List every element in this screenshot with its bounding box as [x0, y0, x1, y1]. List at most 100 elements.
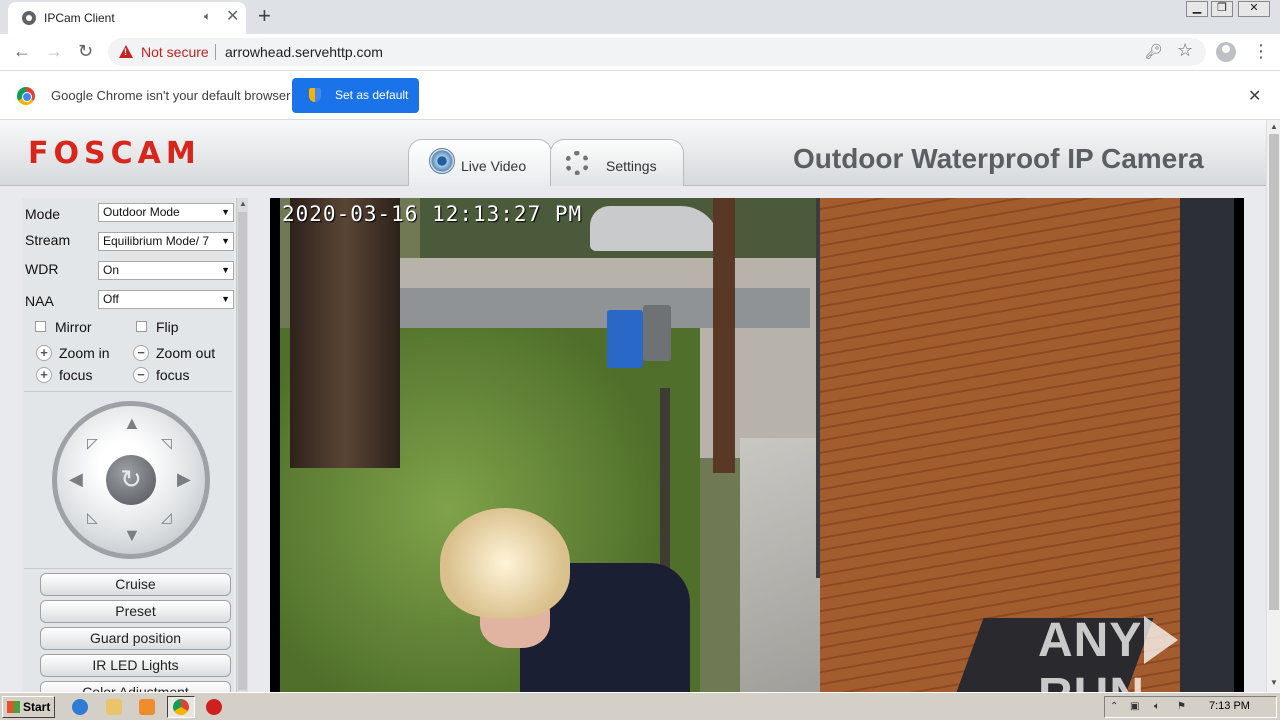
- focus-out-icon[interactable]: −: [133, 367, 149, 383]
- tab-live-video-label: Live Video: [461, 158, 527, 174]
- globe-favicon-icon: [22, 11, 36, 25]
- product-title: Outdoor Waterproof IP Camera: [793, 143, 1204, 174]
- system-tray: ⌃ ▣ 🔈︎ ⚑ 7:13 PM: [1104, 696, 1277, 718]
- clock[interactable]: 7:13 PM: [1209, 700, 1250, 712]
- warning-icon[interactable]: [119, 45, 133, 58]
- infobar-close-icon[interactable]: ✕: [1248, 86, 1261, 106]
- scene-porch-post: [713, 198, 735, 473]
- start-button[interactable]: Start: [2, 696, 55, 718]
- panel-divider: [24, 391, 232, 392]
- tab-live-video[interactable]: Live Video: [408, 139, 552, 186]
- tab-settings[interactable]: Settings: [550, 139, 684, 186]
- scene-person-hair: [440, 508, 570, 618]
- color-adjustment-button[interactable]: Color Adjustment: [40, 681, 231, 692]
- mode-value: Outdoor Mode: [103, 205, 180, 219]
- dropdown-arrow-icon: ▼: [221, 265, 230, 275]
- back-arrow-icon[interactable]: ←: [13, 40, 31, 62]
- forward-arrow-icon[interactable]: →: [45, 40, 63, 62]
- gear-icon: [565, 151, 589, 175]
- zoom-in-icon[interactable]: +: [36, 345, 52, 361]
- zoom-out-icon[interactable]: −: [133, 345, 149, 361]
- stream-value: Equilibrium Mode/ 7: [103, 234, 210, 248]
- pan-down-right-icon[interactable]: ◿: [161, 508, 172, 526]
- page-scrollbar[interactable]: ▲ ▼: [1266, 120, 1280, 692]
- network-icon[interactable]: ▣: [1130, 701, 1142, 713]
- naa-value: Off: [103, 292, 119, 306]
- security-label[interactable]: Not secure: [141, 44, 209, 60]
- camera-icon: [429, 148, 455, 174]
- naa-label: NAA: [25, 293, 54, 309]
- tray-expand-icon[interactable]: ⌃: [1110, 701, 1122, 713]
- scene-car: [590, 206, 720, 251]
- ie-icon[interactable]: [72, 699, 88, 715]
- video-timestamp: 2020-03-16 12:13:27 PM: [282, 202, 583, 226]
- scroll-down-icon[interactable]: ▼: [1270, 678, 1278, 687]
- pan-down-icon[interactable]: ▼: [123, 526, 141, 544]
- pan-down-left-icon[interactable]: ◺: [87, 508, 98, 526]
- page-scroll-thumb[interactable]: [1269, 134, 1279, 610]
- default-browser-infobar: Google Chrome isn't your default browser…: [0, 71, 1280, 120]
- panel-scrollbar[interactable]: ▲: [236, 198, 248, 692]
- pan-left-icon[interactable]: ◀: [69, 470, 83, 488]
- tab-title: IPCam Client: [44, 11, 115, 25]
- foscam-header: FOSCAM Live Video Settings Outdoor Water…: [0, 120, 1266, 186]
- dropdown-arrow-icon: ▼: [221, 207, 230, 217]
- mirror-checkbox[interactable]: [35, 321, 46, 332]
- windows-flag-icon: [7, 701, 20, 713]
- chrome-taskbar-button[interactable]: [167, 696, 195, 718]
- kebab-menu-icon[interactable]: ⋮: [1252, 41, 1270, 61]
- stream-label: Stream: [25, 232, 71, 248]
- zoom-out-label: Zoom out: [156, 345, 216, 361]
- folder-icon[interactable]: [106, 699, 122, 715]
- volume-icon[interactable]: 🔈︎: [1154, 701, 1166, 713]
- pan-up-right-icon[interactable]: ◹: [161, 434, 172, 452]
- minimize-button[interactable]: ▁: [1186, 1, 1208, 17]
- live-video-feed[interactable]: 2020-03-16 12:13:27 PM ANYRUN: [270, 198, 1244, 692]
- play-icon: [1144, 616, 1179, 664]
- stop-sign-icon[interactable]: [206, 699, 222, 715]
- flag-icon[interactable]: ⚑: [1177, 701, 1189, 713]
- scroll-up-icon[interactable]: ▲: [1270, 122, 1278, 131]
- zoom-in-label: Zoom in: [59, 345, 110, 361]
- media-player-icon[interactable]: [139, 699, 155, 715]
- browser-tab[interactable]: IPCam Client 🔈︎ ✕: [8, 2, 246, 34]
- ir-led-lights-button[interactable]: IR LED Lights: [40, 654, 231, 677]
- close-window-button[interactable]: ✕: [1238, 1, 1270, 17]
- flip-label: Flip: [156, 319, 179, 335]
- wdr-value: On: [103, 263, 120, 277]
- new-tab-button[interactable]: +: [258, 3, 271, 29]
- scene-gray-bin: [643, 305, 671, 361]
- tab-settings-label: Settings: [606, 158, 657, 174]
- stream-select[interactable]: Equilibrium Mode/ 7 ▼: [98, 232, 234, 251]
- speaker-icon[interactable]: 🔈︎: [204, 9, 211, 24]
- key-icon[interactable]: 🔑︎: [1145, 43, 1163, 60]
- bookmark-star-icon[interactable]: ☆: [1177, 40, 1193, 61]
- panel-divider: [24, 568, 232, 569]
- ptz-control[interactable]: ▲ ▼ ◀ ▶ ◸ ◹ ◺ ◿ ↻: [52, 401, 210, 559]
- pan-up-icon[interactable]: ▲: [123, 414, 141, 432]
- shield-icon: [309, 88, 321, 102]
- set-as-default-button[interactable]: Set as default: [292, 78, 419, 113]
- cruise-button[interactable]: Cruise: [40, 573, 231, 596]
- pan-right-icon[interactable]: ▶: [177, 470, 191, 488]
- preset-button[interactable]: Preset: [40, 600, 231, 623]
- flip-checkbox[interactable]: [136, 321, 147, 332]
- pan-up-left-icon[interactable]: ◸: [87, 434, 98, 452]
- wdr-select[interactable]: On ▼: [98, 261, 234, 280]
- ptz-reset-icon[interactable]: ↻: [106, 455, 156, 505]
- scroll-up-icon[interactable]: ▲: [239, 199, 247, 208]
- set-as-default-label: Set as default: [335, 88, 409, 102]
- restore-button[interactable]: ❐: [1211, 1, 1233, 17]
- profile-avatar-icon[interactable]: [1216, 42, 1236, 62]
- wdr-label: WDR: [25, 261, 59, 277]
- naa-select[interactable]: Off ▼: [98, 290, 234, 309]
- infobar-message: Google Chrome isn't your default browser: [51, 88, 291, 103]
- url-text[interactable]: arrowhead.servehttp.com: [225, 44, 383, 60]
- panel-scroll-thumb[interactable]: [238, 212, 247, 690]
- tab-close-icon[interactable]: ✕: [226, 8, 239, 26]
- reload-icon[interactable]: ↻: [78, 40, 93, 62]
- mode-select[interactable]: Outdoor Mode ▼: [98, 203, 234, 222]
- guard-position-button[interactable]: Guard position: [40, 627, 231, 650]
- focus-in-icon[interactable]: +: [36, 367, 52, 383]
- address-bar[interactable]: Not secure arrowhead.servehttp.com 🔑︎ ☆: [108, 38, 1206, 66]
